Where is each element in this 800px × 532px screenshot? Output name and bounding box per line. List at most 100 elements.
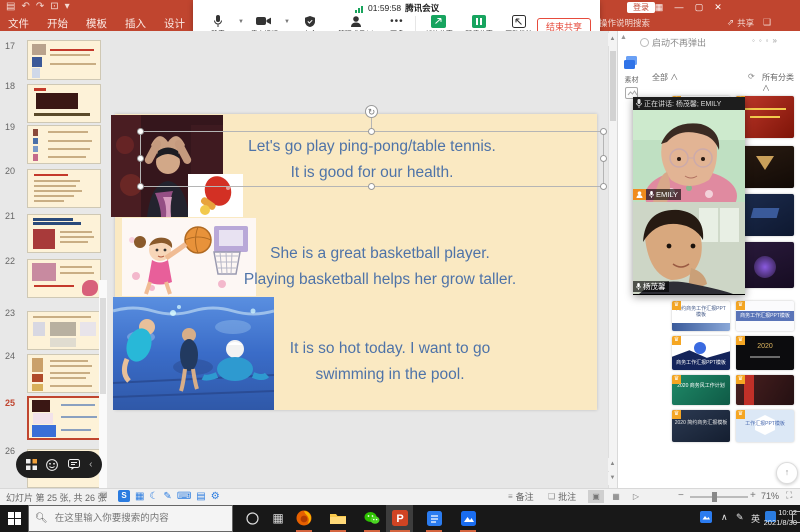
close-button[interactable]: ✕	[710, 1, 726, 13]
resize-handle-w[interactable]	[137, 155, 144, 162]
pane-collapse-icon[interactable]: ▲	[620, 34, 627, 41]
taskbar-docs[interactable]	[422, 507, 446, 529]
text-line: It is so hot today. I want to go	[180, 336, 600, 362]
template-card[interactable]: ♛ 简约商务工作汇报PPT模板	[672, 301, 730, 331]
slide-thumbnail-20[interactable]	[27, 169, 101, 208]
refresh-icon[interactable]: ⟳	[748, 72, 755, 81]
view-sorter-button[interactable]: ▦	[608, 490, 624, 503]
tab-template[interactable]: 模板	[86, 16, 107, 31]
template-card[interactable]: ♛ 2020 商务风工作计划	[672, 375, 730, 405]
taskbar-wechat[interactable]	[360, 507, 384, 529]
chat-icon[interactable]	[68, 459, 80, 470]
start-button[interactable]	[2, 507, 26, 529]
template-card[interactable]: ♛	[736, 375, 794, 405]
template-card[interactable]: ♛ 商务工作汇报PPT模板	[736, 301, 794, 331]
tab-home[interactable]: 开始	[47, 16, 68, 31]
rotation-handle[interactable]: ↻	[365, 105, 378, 118]
video-tile-yang[interactable]: 杨茂馨	[633, 202, 745, 294]
ime-logo-icon[interactable]: S	[118, 490, 130, 502]
ribbon-options-icon[interactable]: ▦	[651, 1, 667, 13]
template-card[interactable]: ♛ 商务工作汇报PPT模板	[672, 336, 730, 370]
collapse-chevron-icon[interactable]: ‹	[89, 459, 92, 470]
checkbox-icon[interactable]	[640, 38, 649, 47]
ime-mode-icon[interactable]: ▦	[135, 491, 144, 502]
template-card[interactable]: ♛ 2020	[736, 336, 794, 370]
quick-access-toolbar[interactable]: ▤↶↷⊡▾	[6, 1, 76, 12]
template-card[interactable]: ♛ 工作汇报PPT模板	[736, 410, 794, 442]
filter-all[interactable]: 全部 ∧	[652, 72, 678, 83]
slide-thumbnail-19[interactable]	[27, 125, 101, 164]
textbox-selection-outline[interactable]	[140, 131, 604, 187]
video-tile-emily[interactable]: EMILY	[633, 110, 745, 202]
ime-board-icon[interactable]: ▤	[196, 491, 205, 502]
slide-thumbnail-17[interactable]	[27, 40, 101, 80]
pane-header-icons[interactable]: ◦◦◦»	[752, 36, 781, 45]
resize-handle-nw[interactable]	[137, 128, 144, 135]
tray-meeting-icon[interactable]	[700, 510, 712, 528]
back-to-top-button[interactable]: ↑	[776, 462, 798, 484]
resize-handle-s[interactable]	[368, 183, 375, 190]
ime-settings-icon[interactable]: ⚙	[211, 491, 220, 502]
scroll-up-icon[interactable]: ▲	[608, 33, 617, 46]
taskbar-firefox[interactable]	[292, 507, 316, 529]
no-popup-option[interactable]: 启动不再弹出	[640, 36, 706, 49]
resize-handle-sw[interactable]	[137, 183, 144, 190]
tab-file[interactable]: 文件	[8, 16, 29, 31]
audio-icon	[649, 191, 654, 198]
ime-keyboard-icon[interactable]: ⌨	[177, 491, 191, 502]
slide-thumbnail-18[interactable]	[27, 84, 101, 123]
comment-icon[interactable]: ❑	[763, 17, 771, 28]
meeting-mini-toolbar[interactable]: ‹	[16, 451, 102, 478]
tab-insert[interactable]: 插入	[125, 16, 146, 31]
template-card[interactable]: ♛ 2020 简约商务汇报模板	[672, 410, 730, 442]
taskbar-explorer[interactable]	[326, 507, 350, 529]
taskbar-search[interactable]: 🔍︎	[28, 505, 233, 532]
scroll-prev-slide-icon[interactable]: ▲	[608, 458, 617, 471]
zoom-out-button[interactable]: −	[678, 490, 684, 501]
zoom-in-button[interactable]: +	[750, 490, 756, 501]
resize-handle-e[interactable]	[600, 155, 607, 162]
slide-thumbnail-23[interactable]	[27, 311, 101, 350]
slide-thumbnail-25-selected[interactable]	[27, 396, 101, 440]
ime-moon-icon[interactable]: ☾	[149, 491, 158, 502]
comments-toggle[interactable]: ❑批注	[548, 490, 576, 503]
minimize-button[interactable]: —	[671, 1, 687, 13]
apps-icon[interactable]	[26, 459, 37, 470]
notification-center-icon[interactable]	[792, 511, 800, 523]
zoom-slider-track[interactable]	[690, 496, 748, 498]
text-block-basketball[interactable]: She is a great basketball player. Playin…	[160, 241, 600, 293]
notes-toggle[interactable]: ≡备注	[508, 490, 534, 503]
tray-pin-icon[interactable]: ✎	[736, 512, 744, 523]
resize-handle-n[interactable]	[368, 128, 375, 135]
video-panel[interactable]: 正在讲话: 杨茂馨; EMILY EMILY	[633, 97, 745, 295]
text-block-swimming[interactable]: It is so hot today. I want to go swimmin…	[180, 336, 600, 388]
task-view-button[interactable]: ▦	[266, 507, 290, 529]
taskbar-meeting[interactable]	[456, 507, 480, 529]
emoji-icon[interactable]	[46, 459, 58, 471]
taskbar-clock[interactable]: 10:02 2021/8/30	[757, 508, 797, 528]
maximize-button[interactable]: ▢	[691, 1, 707, 13]
canvas-scrollbar[interactable]	[608, 31, 617, 488]
ime-toolbar[interactable]: S ▦ ☾ ✎ ⌨ ▤ ⚙	[118, 489, 220, 503]
cortana-button[interactable]	[240, 507, 264, 529]
material-tab[interactable]: 素材	[623, 56, 640, 85]
notes-pen-icon[interactable]: ▤	[100, 490, 108, 499]
help-search[interactable]: 操作说明搜索	[599, 17, 650, 29]
fit-window-icon[interactable]: ⛶	[786, 490, 792, 501]
resize-handle-se[interactable]	[600, 183, 607, 190]
search-input[interactable]	[53, 512, 226, 525]
ime-pen-icon[interactable]: ✎	[163, 491, 171, 502]
slide-thumbnail-24[interactable]	[27, 354, 101, 393]
share-button[interactable]: ⇗共享	[727, 17, 754, 29]
scroll-next-slide-icon[interactable]: ▼	[608, 472, 617, 485]
zoom-slider-thumb[interactable]	[712, 492, 717, 502]
slide-thumbnail-21[interactable]	[27, 214, 101, 253]
tray-expand-icon[interactable]: ∧	[721, 512, 728, 523]
resize-handle-ne[interactable]	[600, 128, 607, 135]
taskbar-powerpoint-active[interactable]: P	[388, 507, 412, 529]
view-slideshow-button[interactable]: ▷	[628, 490, 644, 503]
view-normal-button[interactable]: ▣	[588, 490, 604, 503]
slide-thumbnail-22[interactable]	[27, 259, 101, 298]
filter-category[interactable]: 所有分类 ∧	[762, 72, 800, 94]
tab-design[interactable]: 设计	[164, 16, 185, 31]
